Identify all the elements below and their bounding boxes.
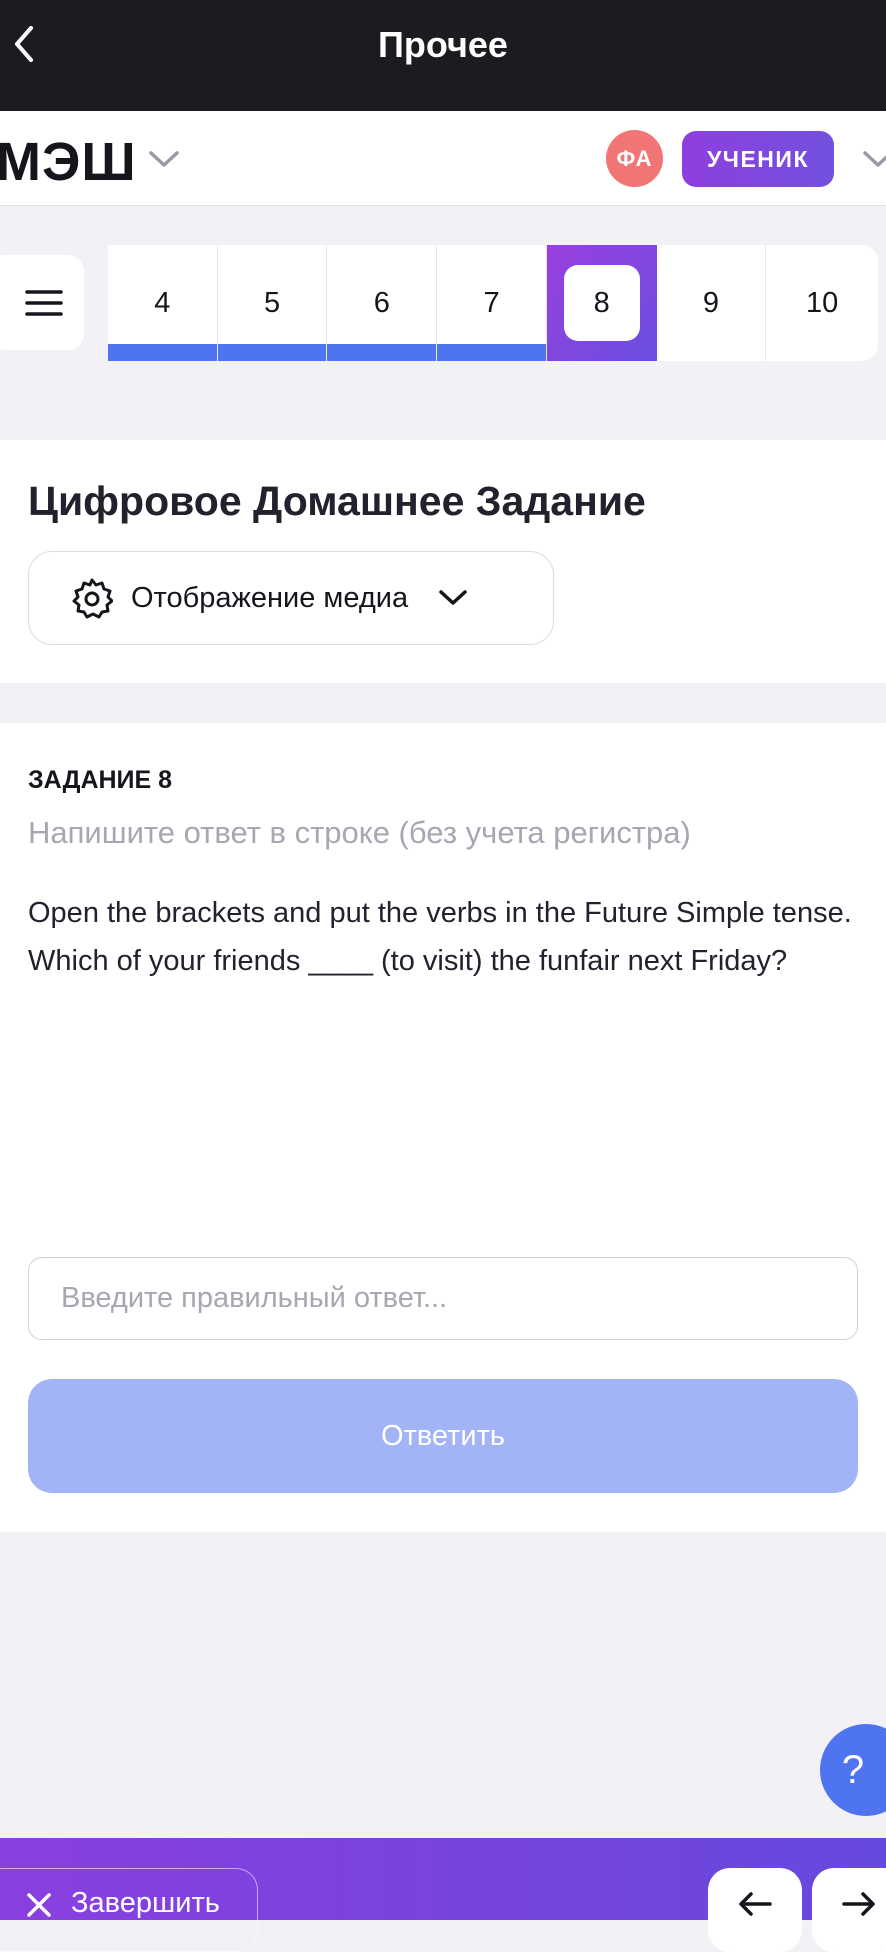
avatar[interactable]: ФА [606,130,663,187]
answered-indicator [108,344,217,361]
question-mark-icon: ? [841,1747,865,1792]
page-title: Прочее [378,23,508,65]
current-page-marker: 8 [563,265,640,341]
page-item-5[interactable]: 5 [217,245,328,361]
app-logo[interactable]: МЭШ [0,131,137,193]
hamburger-menu-icon [25,289,63,316]
answered-indicator [327,344,437,361]
answered-indicator [437,344,546,361]
page-number: 4 [154,286,171,319]
finish-button[interactable]: Завершить [0,1868,258,1952]
role-badge[interactable]: УЧЕНИК [682,131,834,187]
page-number: 6 [373,286,390,319]
close-icon [27,1893,51,1917]
media-display-label: Отображение медиа [131,581,409,614]
submit-answer-button[interactable]: Ответить [28,1379,858,1493]
finish-label: Завершить [71,1887,220,1919]
task-instruction: Open the brackets and put the verbs in t… [28,897,852,929]
question-pager: 4 5 6 7 8 9 10 [108,245,878,361]
assignment-card: Цифровое Домашнее Задание Отображение ме… [0,440,886,683]
next-question-button[interactable] [812,1868,886,1952]
back-button[interactable] [4,22,44,66]
page-item-10[interactable]: 10 [766,245,878,361]
page-number: 9 [702,286,719,319]
assignment-title: Цифровое Домашнее Задание [28,478,646,524]
task-hint: Напишите ответ в строке (без учета регис… [28,815,691,850]
answered-indicator [217,344,327,361]
top-bar: Прочее [0,0,886,111]
page-number: 7 [483,286,500,319]
task-number: ЗАДАНИЕ 8 [28,766,173,794]
media-display-dropdown[interactable]: Отображение медиа [28,551,554,645]
gear-icon [72,578,113,619]
task-text: Open the brackets and put the verbs in t… [28,889,858,985]
page-item-8-current[interactable]: 8 [546,245,657,361]
chevron-down-icon [439,590,467,605]
page-item-6[interactable]: 6 [327,245,438,361]
task-question: Which of your friends ____ (to visit) th… [28,945,788,977]
task-card: ЗАДАНИЕ 8 Напишите ответ в строке (без у… [0,723,886,1532]
page-number: 8 [593,286,610,319]
menu-button[interactable] [0,255,84,350]
chevron-down-icon[interactable] [862,149,886,169]
page-item-4[interactable]: 4 [108,245,218,361]
prev-question-button[interactable] [708,1868,802,1952]
answer-input[interactable] [28,1257,858,1340]
app-header: МЭШ ФА УЧЕНИК [0,111,886,206]
page-item-7[interactable]: 7 [437,245,547,361]
page-number: 10 [806,286,839,319]
chevron-left-icon [15,26,33,62]
bottom-bar: Завершить [0,1838,886,1952]
arrow-right-icon [842,1892,875,1916]
help-button[interactable]: ? [820,1724,886,1816]
chevron-down-icon[interactable] [148,149,180,169]
arrow-left-icon [739,1892,772,1916]
page-number: 5 [264,286,281,319]
page-item-9[interactable]: 9 [657,245,767,361]
